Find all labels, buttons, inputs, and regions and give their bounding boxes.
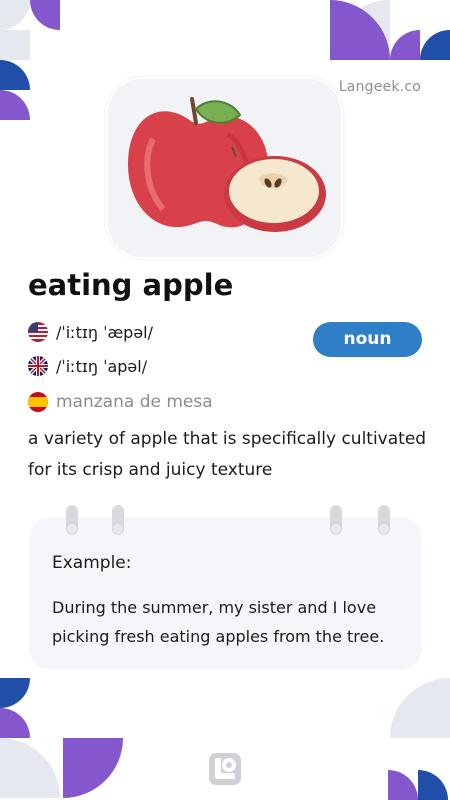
pronunciation-uk-ipa: /ˈiːtɪŋ ˈapəl/ xyxy=(56,356,148,376)
binder-ring-icon xyxy=(66,505,78,535)
binder-ring-icon xyxy=(330,505,342,535)
word-image-card xyxy=(108,79,341,257)
brand-name[interactable]: Langeek.co xyxy=(339,79,421,95)
top-left-decoration xyxy=(0,0,60,120)
bottom-left-decoration xyxy=(0,678,123,798)
example-sentence: During the summer, my sister and I love … xyxy=(52,598,385,646)
us-flag-icon xyxy=(28,322,48,342)
headword: eating apple xyxy=(28,268,234,302)
uk-flag-icon xyxy=(28,356,48,376)
part-of-speech-badge[interactable]: noun xyxy=(313,322,422,357)
langeek-logo-icon xyxy=(209,753,241,785)
definition-text: a variety of apple that is specifically … xyxy=(28,429,427,480)
binder-ring-icon xyxy=(378,505,390,535)
pronunciation-us-ipa: /ˈiːtɪŋ ˈæpəl/ xyxy=(56,322,154,342)
apple-illustration xyxy=(128,97,326,232)
pronunciation-us[interactable]: /ˈiːtɪŋ ˈæpəl/ xyxy=(28,322,153,342)
translation-text: manzana de mesa xyxy=(56,392,213,412)
translation: manzana de mesa xyxy=(28,392,213,412)
pronunciation-uk[interactable]: /ˈiːtɪŋ ˈapəl/ xyxy=(28,356,147,376)
spain-flag-icon xyxy=(28,392,48,412)
example-label: Example: xyxy=(52,553,132,573)
top-right-decoration xyxy=(330,0,450,60)
binder-ring-icon xyxy=(112,505,124,535)
bottom-right-decoration xyxy=(388,678,450,800)
